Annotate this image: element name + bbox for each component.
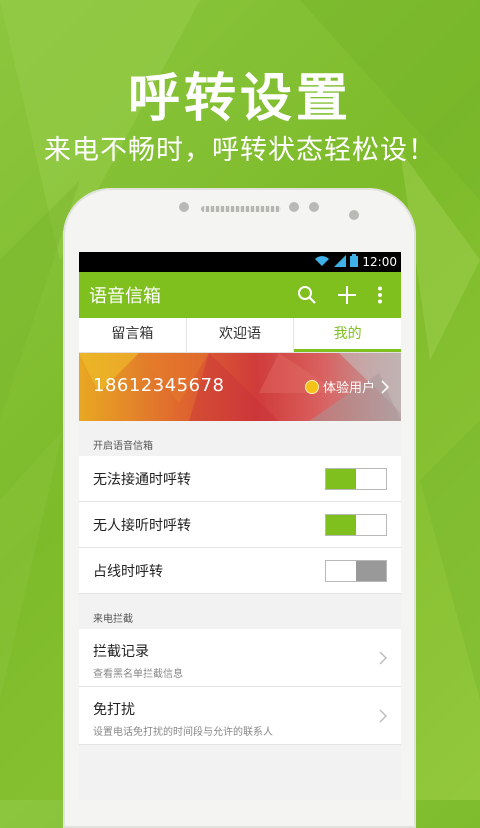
account-phone-number: 18612345678 bbox=[93, 375, 225, 396]
add-icon[interactable] bbox=[327, 272, 367, 318]
section-header: 来电拦截 bbox=[93, 614, 133, 625]
list-item[interactable]: 拦截记录 查看黑名单拦截信息 bbox=[79, 629, 401, 687]
medal-icon bbox=[304, 379, 319, 394]
tab-mine[interactable]: 我的 bbox=[294, 318, 401, 352]
speaker-grille bbox=[201, 206, 281, 212]
item-title: 拦截记录 bbox=[93, 644, 149, 660]
setting-label: 占线时呼转 bbox=[93, 563, 163, 580]
battery-icon bbox=[350, 254, 359, 270]
chevron-right-icon bbox=[379, 709, 387, 723]
chevron-right-icon bbox=[379, 651, 387, 665]
promo-title: 呼转设置 bbox=[127, 69, 352, 129]
forward-busy-toggle[interactable] bbox=[325, 560, 387, 582]
front-camera-icon bbox=[179, 202, 189, 212]
wifi-icon bbox=[314, 255, 330, 270]
status-time: 12:00 bbox=[362, 255, 397, 269]
setting-label: 无人接听时呼转 bbox=[93, 517, 191, 534]
section-header: 开启语音信箱 bbox=[93, 441, 153, 452]
item-description: 查看黑名单拦截信息 bbox=[93, 669, 183, 680]
search-icon[interactable] bbox=[287, 272, 327, 318]
setting-label: 无法接通时呼转 bbox=[93, 471, 191, 488]
status-bar: 12:00 bbox=[79, 252, 401, 272]
user-type-link[interactable]: 体验用户 bbox=[304, 377, 389, 396]
app-bar: 语音信箱 bbox=[79, 272, 401, 318]
signal-icon bbox=[334, 254, 347, 270]
sensor-icon bbox=[309, 202, 319, 212]
sensor-icon bbox=[289, 202, 299, 212]
app-title: 语音信箱 bbox=[89, 286, 161, 307]
list-item[interactable]: 无法接通时呼转 bbox=[79, 456, 401, 502]
list-item[interactable]: 占线时呼转 bbox=[79, 548, 401, 594]
more-vert-icon[interactable] bbox=[367, 272, 393, 318]
phone-screen: 12:00 语音信箱 留言箱 欢迎语 我的 18612345678 体验用户 开… bbox=[79, 252, 401, 800]
chevron-right-icon bbox=[381, 379, 389, 394]
sensor-icon bbox=[349, 210, 359, 220]
promo-subtitle: 来电不畅时，呼转状态轻松设！ bbox=[44, 135, 436, 166]
tab-greeting[interactable]: 欢迎语 bbox=[187, 318, 295, 352]
item-description: 设置电话免打扰的时间段与允许的联系人 bbox=[93, 727, 273, 738]
list-item[interactable]: 免打扰 设置电话免打扰的时间段与允许的联系人 bbox=[79, 687, 401, 745]
tab-inbox[interactable]: 留言箱 bbox=[79, 318, 187, 352]
forward-no-answer-toggle[interactable] bbox=[325, 514, 387, 536]
account-banner[interactable]: 18612345678 体验用户 bbox=[79, 353, 401, 421]
item-title: 免打扰 bbox=[93, 702, 135, 718]
forward-unreachable-toggle[interactable] bbox=[325, 468, 387, 490]
list-item[interactable]: 无人接听时呼转 bbox=[79, 502, 401, 548]
tab-bar: 留言箱 欢迎语 我的 bbox=[79, 318, 401, 353]
user-type-label: 体验用户 bbox=[322, 381, 375, 396]
